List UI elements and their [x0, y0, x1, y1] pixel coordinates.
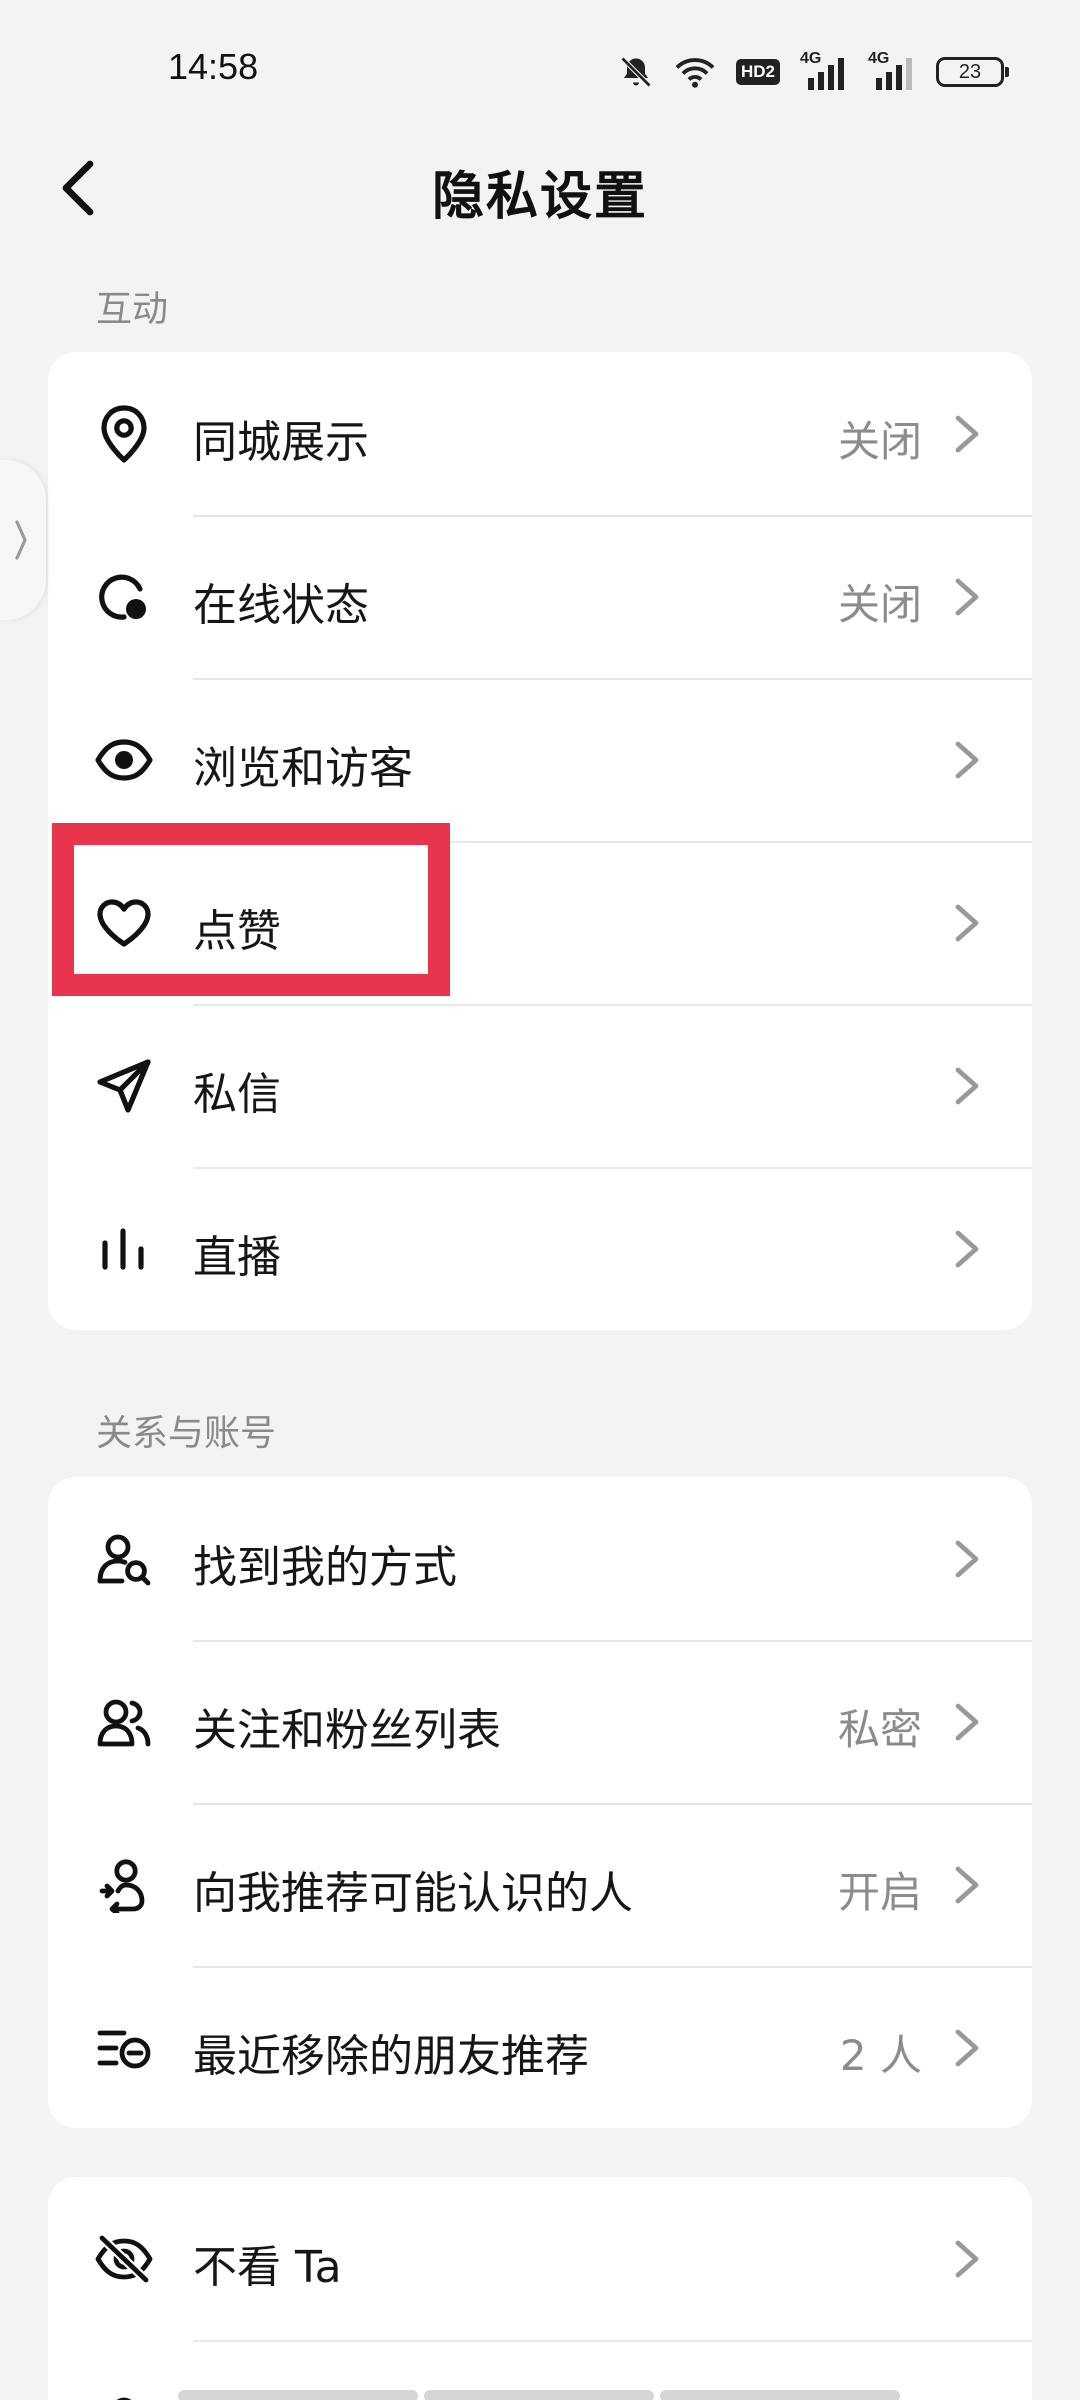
chevron-right-icon	[955, 904, 979, 942]
row-online-status[interactable]: 在线状态 关闭	[48, 515, 1032, 678]
row-messages[interactable]: 私信	[48, 1004, 1032, 1167]
placeholder-bar	[178, 2390, 418, 2400]
row-hide-from[interactable]: 不看 Ta	[48, 2177, 1032, 2340]
users-icon	[94, 1692, 154, 1752]
row-label: 点赞	[193, 906, 281, 957]
row-label: 不看 Ta	[193, 2242, 342, 2293]
status-icons: HD2 4G 4G 23	[618, 48, 1009, 96]
online-status-icon	[94, 567, 154, 627]
row-label: 最近移除的朋友推荐	[193, 2031, 589, 2082]
row-label: 同城展示	[193, 417, 369, 468]
section-label-interaction: 互动	[96, 289, 169, 330]
eye-icon	[94, 730, 154, 790]
placeholder-bar	[424, 2390, 654, 2400]
bell-off-icon	[618, 54, 654, 90]
relations-card: 找到我的方式 关注和粉丝列表 私密 向我推荐可能认识的人 开启 最近移除的朋友推…	[48, 1477, 1032, 2128]
other-card: 不看 Ta	[48, 2177, 1032, 2400]
chevron-right-icon	[955, 1067, 979, 1105]
row-value: 开启	[837, 1868, 922, 1917]
chevron-right-icon	[955, 578, 979, 616]
battery-level: 23	[958, 60, 982, 83]
chevron-right-icon	[955, 1866, 979, 1904]
chevron-right-icon	[955, 1703, 979, 1741]
hd-badge: HD2	[735, 59, 780, 85]
row-browse-visitors[interactable]: 浏览和访客	[48, 678, 1032, 841]
chevron-right-icon	[955, 2029, 979, 2067]
signal-icon-2: 4G	[868, 50, 916, 92]
row-label: 在线状态	[193, 580, 369, 631]
user-search-icon	[94, 1529, 154, 1589]
screen: 14:58 HD2 4G 4G 23 隐私设置 互动 同城展示 关闭 在线状态 …	[0, 0, 1080, 2400]
chevron-right-icon	[955, 741, 979, 779]
live-bars-icon	[94, 1219, 154, 1279]
status-time: 14:58	[168, 46, 259, 87]
row-label: 直播	[193, 1232, 281, 1283]
send-icon	[94, 1056, 154, 1116]
row-find-me[interactable]: 找到我的方式	[48, 1477, 1032, 1640]
row-label: 关注和粉丝列表	[193, 1705, 501, 1756]
page-title: 隐私设置	[431, 167, 648, 227]
header: 隐私设置	[0, 140, 1080, 236]
user-icon	[94, 2392, 154, 2400]
section-label-relations: 关系与账号	[96, 1413, 277, 1454]
eye-off-icon	[94, 2229, 154, 2289]
status-bar: 14:58 HD2 4G 4G 23	[0, 0, 1080, 140]
interaction-card: 同城展示 关闭 在线状态 关闭 浏览和访客 点赞 私信 直播	[48, 352, 1032, 1330]
side-drawer-handle[interactable]	[0, 460, 46, 620]
signal-icon-1: 4G	[800, 50, 848, 92]
chevron-right-icon	[955, 415, 979, 453]
row-live[interactable]: 直播	[48, 1167, 1032, 1330]
row-label: 浏览和访客	[193, 743, 413, 794]
row-removed-recommend[interactable]: 最近移除的朋友推荐 2 人	[48, 1966, 1032, 2128]
row-label: 找到我的方式	[193, 1542, 457, 1593]
wifi-icon	[674, 55, 716, 89]
row-recommend-people[interactable]: 向我推荐可能认识的人 开启	[48, 1803, 1032, 1966]
row-label: 私信	[193, 1069, 281, 1120]
chevron-right-icon	[955, 1230, 979, 1268]
user-recommend-icon	[94, 1855, 154, 1915]
row-value: 私密	[837, 1705, 922, 1754]
placeholder-bar	[660, 2390, 900, 2400]
row-value: 关闭	[837, 417, 922, 466]
row-follow-fans[interactable]: 关注和粉丝列表 私密	[48, 1640, 1032, 1803]
row-local-display[interactable]: 同城展示 关闭	[48, 352, 1032, 515]
chevron-right-icon	[955, 2240, 979, 2278]
location-pin-icon	[94, 404, 154, 464]
row-value: 2 人	[839, 2031, 922, 2080]
row-likes[interactable]: 点赞	[48, 841, 1032, 1004]
chevron-right-icon	[15, 520, 27, 560]
chevron-right-icon	[955, 1540, 979, 1578]
row-value: 关闭	[837, 580, 922, 629]
removed-list-icon	[94, 2018, 154, 2078]
row-label: 向我推荐可能认识的人	[193, 1868, 633, 1919]
heart-icon	[94, 893, 154, 953]
battery-indicator: 23	[936, 57, 1009, 87]
